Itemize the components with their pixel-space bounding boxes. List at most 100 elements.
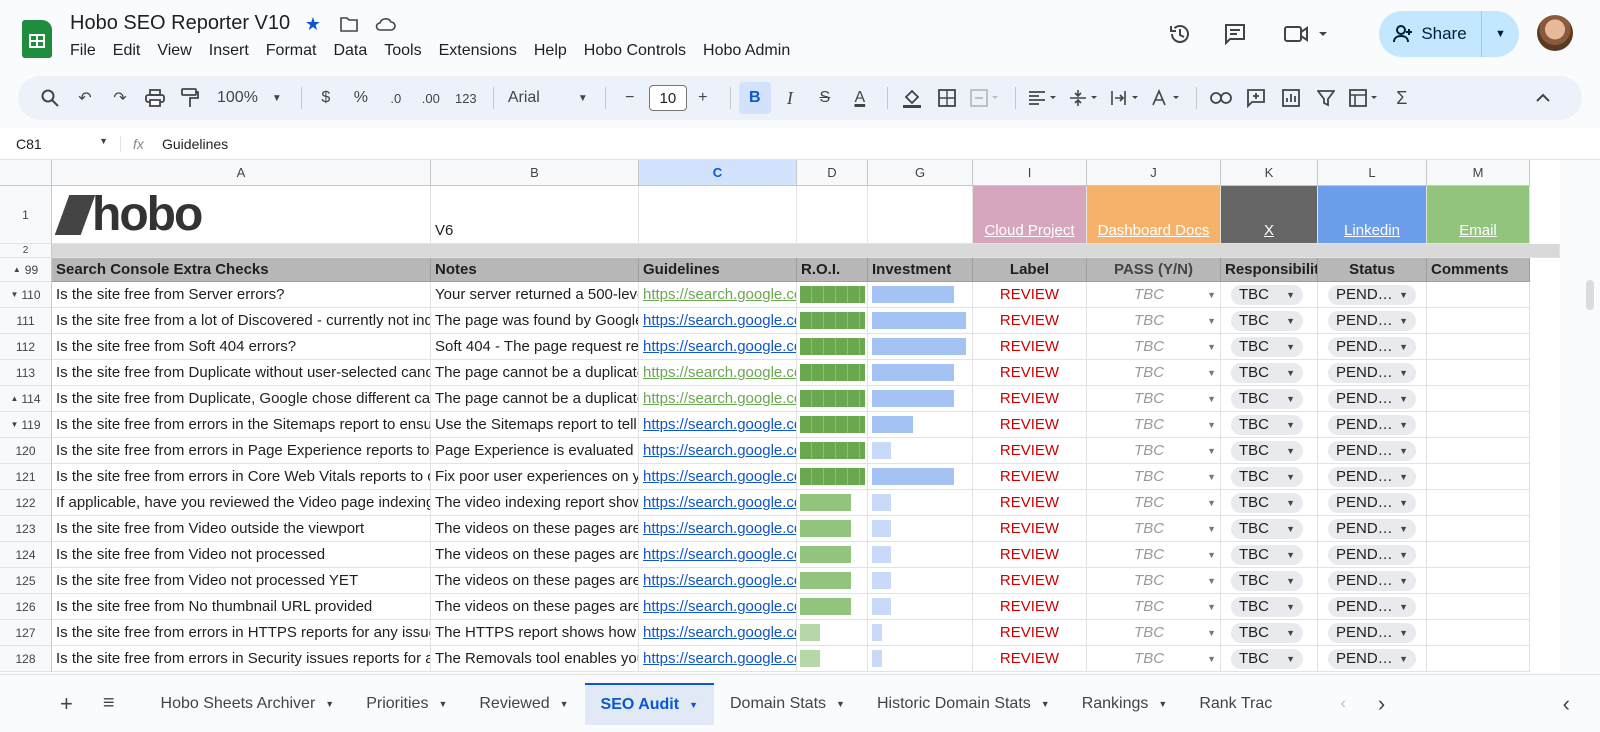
increase-font-size-icon[interactable]: + [687, 82, 719, 114]
label-cell[interactable]: REVIEW [973, 542, 1087, 568]
responsibility-chip[interactable]: TBC ▼ [1231, 362, 1303, 383]
star-icon[interactable]: ★ [302, 12, 324, 36]
responsibility-chip[interactable]: TBC ▼ [1231, 310, 1303, 331]
guideline-url[interactable]: https://search.google.com [643, 390, 796, 407]
pass-dropdown[interactable]: TBC ▼ [1087, 516, 1221, 542]
check-notes[interactable]: Your server returned a 500-level error [431, 282, 639, 308]
vertical-align-icon[interactable] [1065, 82, 1103, 114]
sheet-tab-seo-audit[interactable]: SEO Audit ▼ [584, 682, 714, 725]
comments-cell[interactable] [1427, 594, 1530, 620]
check-notes[interactable]: The page cannot be a duplicate [431, 360, 639, 386]
check-notes[interactable]: Soft 404 - The page request returns [431, 334, 639, 360]
sheet-tab-domain-stats[interactable]: Domain Stats ▼ [714, 683, 861, 725]
header-b[interactable]: Notes [431, 258, 639, 282]
investment-cell[interactable] [868, 542, 973, 568]
sheet-tab-reviewed[interactable]: Reviewed ▼ [463, 683, 584, 725]
responsibility-cell[interactable]: TBC ▼ [1221, 438, 1318, 464]
check-question[interactable]: Is the site free from Soft 404 errors? [52, 334, 431, 360]
expand-group-icon[interactable]: ▼ [10, 420, 18, 429]
pass-dropdown[interactable]: TBC ▼ [1087, 490, 1221, 516]
all-sheets-icon[interactable]: ≡ [95, 683, 145, 725]
menu-item-extensions[interactable]: Extensions [439, 42, 526, 60]
insert-link-icon[interactable] [1205, 82, 1237, 114]
guideline-url[interactable]: https://search.google.com [643, 546, 796, 563]
borders-icon[interactable] [931, 82, 963, 114]
scroll-tabs-left-icon[interactable]: ‹ [1325, 683, 1362, 725]
investment-cell[interactable] [868, 360, 973, 386]
filter-icon[interactable] [1310, 82, 1342, 114]
investment-cell[interactable] [868, 490, 973, 516]
comments-cell[interactable] [1427, 308, 1530, 334]
responsibility-chip[interactable]: TBC ▼ [1231, 622, 1303, 643]
user-avatar[interactable] [1537, 15, 1573, 51]
paint-format-icon[interactable] [174, 82, 206, 114]
guideline-url[interactable]: https://search.google.com [643, 286, 796, 303]
chevron-down-icon[interactable]: ▼ [438, 699, 447, 709]
row-header-114[interactable]: ▲ 114 [0, 386, 52, 412]
label-cell[interactable]: REVIEW [973, 646, 1087, 672]
roi-cell[interactable] [797, 334, 868, 360]
roi-cell[interactable] [797, 568, 868, 594]
comments-cell[interactable] [1427, 490, 1530, 516]
meet-video-icon[interactable] [1280, 20, 1330, 48]
decrease-decimal-button[interactable]: .0 [380, 82, 412, 114]
comments-cell[interactable] [1427, 516, 1530, 542]
pass-dropdown[interactable]: TBC ▼ [1087, 386, 1221, 412]
responsibility-cell[interactable]: TBC ▼ [1221, 646, 1318, 672]
investment-cell[interactable] [868, 282, 973, 308]
responsibility-cell[interactable]: TBC ▼ [1221, 308, 1318, 334]
roi-cell[interactable] [797, 646, 868, 672]
roi-cell[interactable] [797, 516, 868, 542]
more-formats-button[interactable]: 123 [450, 82, 482, 114]
undo-icon[interactable]: ↶ [69, 82, 101, 114]
investment-cell[interactable] [868, 516, 973, 542]
row-header-1[interactable]: 1 [0, 186, 52, 244]
status-cell[interactable]: PEND… ▼ [1318, 360, 1427, 386]
x-link[interactable]: X [1221, 186, 1318, 244]
responsibility-cell[interactable]: TBC ▼ [1221, 412, 1318, 438]
check-notes[interactable]: The HTTPS report shows how [431, 620, 639, 646]
status-chip[interactable]: PEND… ▼ [1328, 440, 1416, 461]
check-question[interactable]: Is the site free from Duplicate, Google … [52, 386, 431, 412]
scroll-tabs-right-icon[interactable]: › [1362, 683, 1401, 725]
guidelines-link[interactable]: https://search.google.com [639, 516, 797, 542]
label-cell[interactable]: REVIEW [973, 334, 1087, 360]
status-chip[interactable]: PEND… ▼ [1328, 414, 1416, 435]
header-g[interactable]: Investment [868, 258, 973, 282]
guideline-url[interactable]: https://search.google.com [643, 624, 796, 641]
guideline-url[interactable]: https://search.google.com [643, 312, 796, 329]
row-header-126[interactable]: 126 [0, 594, 52, 620]
guideline-url[interactable]: https://search.google.com [643, 494, 796, 511]
explore-collapse-icon[interactable]: ‹ [1547, 683, 1586, 725]
chevron-down-icon[interactable]: ▼ [836, 699, 845, 709]
responsibility-chip[interactable]: TBC ▼ [1231, 518, 1303, 539]
insert-chart-icon[interactable] [1275, 82, 1307, 114]
print-icon[interactable] [139, 82, 171, 114]
row1-d[interactable] [797, 186, 868, 244]
check-question[interactable]: Is the site free from Video not processe… [52, 568, 431, 594]
responsibility-chip[interactable]: TBC ▼ [1231, 544, 1303, 565]
responsibility-cell[interactable]: TBC ▼ [1221, 620, 1318, 646]
responsibility-chip[interactable]: TBC ▼ [1231, 466, 1303, 487]
sheet-tab-rankings[interactable]: Rankings ▼ [1066, 683, 1184, 725]
collapse-group-icon[interactable]: ▲ [10, 394, 18, 403]
spreadsheet-grid[interactable]: A B C D G I J K L M 1 hobo V6 Cloud Project Dashboard … [0, 160, 1560, 672]
responsibility-chip[interactable]: TBC ▼ [1231, 414, 1303, 435]
header-i[interactable]: Label [973, 258, 1087, 282]
check-notes[interactable]: Page Experience is evaluated [431, 438, 639, 464]
chevron-down-icon[interactable]: ▼ [325, 699, 334, 709]
investment-cell[interactable] [868, 464, 973, 490]
collapse-group-icon[interactable]: ▲ [13, 265, 21, 274]
status-cell[interactable]: PEND… ▼ [1318, 594, 1427, 620]
functions-icon[interactable]: Σ [1386, 82, 1418, 114]
label-cell[interactable]: REVIEW [973, 490, 1087, 516]
check-question[interactable]: Is the site free from errors in the Site… [52, 412, 431, 438]
guideline-url[interactable]: https://search.google.com [643, 520, 796, 537]
cloud-project-link[interactable]: Cloud Project [973, 186, 1087, 244]
check-question[interactable]: Is the site free from Video not processe… [52, 542, 431, 568]
status-cell[interactable]: PEND… ▼ [1318, 542, 1427, 568]
responsibility-cell[interactable]: TBC ▼ [1221, 334, 1318, 360]
pass-dropdown[interactable]: TBC ▼ [1087, 282, 1221, 308]
name-box[interactable]: C81 ▼ [0, 136, 120, 152]
sheet-tab-rank-trac[interactable]: Rank Trac [1183, 683, 1288, 725]
